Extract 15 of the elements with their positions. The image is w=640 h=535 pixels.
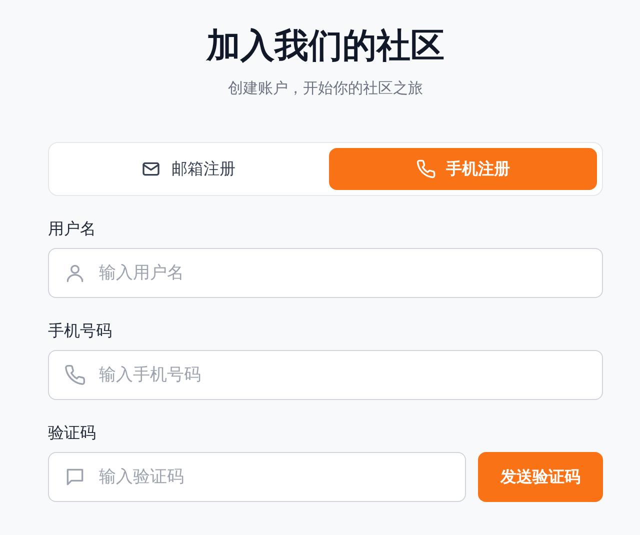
send-code-button[interactable]: 发送验证码 [478, 452, 603, 502]
user-icon [64, 262, 86, 284]
input-field[interactable]: 输入用户名 [48, 248, 603, 298]
chat-icon [64, 466, 86, 488]
field-label: 用户名 [48, 218, 96, 240]
tab[interactable]: 手机注册 [328, 148, 597, 190]
field-label: 手机号码 [48, 320, 112, 342]
phone-icon [416, 159, 436, 179]
phone-icon [64, 364, 86, 386]
page-title: 加入我们的社区 [206, 25, 444, 68]
input-field[interactable]: 输入手机号码 [48, 350, 603, 400]
field-label: 验证码 [48, 422, 96, 444]
page-subtitle: 创建账户，开始你的社区之旅 [228, 78, 423, 98]
input-field[interactable]: 输入验证码 [48, 452, 466, 502]
tab[interactable]: 邮箱注册 [54, 148, 322, 190]
